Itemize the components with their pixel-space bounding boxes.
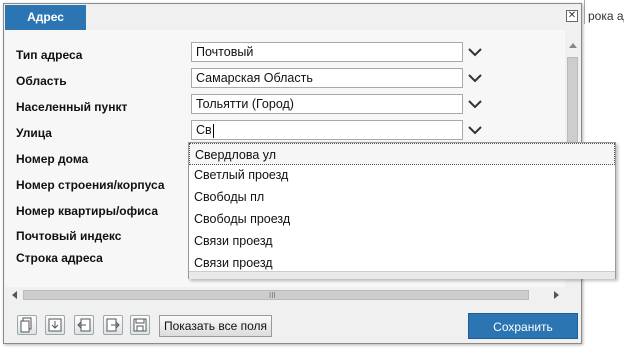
move-right-icon[interactable]: [103, 315, 123, 335]
chevron-down-icon[interactable]: [465, 94, 485, 114]
street-input[interactable]: Св: [191, 120, 463, 140]
save-disk-icon[interactable]: [130, 315, 150, 335]
suggestion-item[interactable]: Светлый проезд: [189, 164, 615, 186]
dropdown-resize-bar[interactable]: [189, 271, 615, 279]
move-left-icon[interactable]: [74, 315, 94, 335]
text-cursor: [212, 123, 214, 138]
label-building-number: Номер строения/корпуса: [16, 178, 165, 192]
chevron-down-icon[interactable]: [465, 68, 485, 88]
dialog-titlebar: Адрес ✕: [4, 4, 581, 30]
suggestion-item[interactable]: Свободы пл: [189, 186, 615, 208]
label-house-number: Номер дома: [16, 152, 89, 166]
horizontal-scrollbar[interactable]: III: [10, 288, 561, 302]
label-street: Улица: [16, 126, 52, 140]
region-field[interactable]: Самарская Область: [191, 68, 463, 88]
background-text: рока ад: [588, 9, 624, 23]
address-type-field[interactable]: Почтовый: [191, 42, 463, 62]
street-input-value: Св: [196, 123, 212, 137]
label-address-type: Тип адреса: [16, 48, 83, 62]
chevron-down-icon[interactable]: [465, 42, 485, 62]
scroll-right-icon[interactable]: [554, 291, 559, 299]
label-region: Область: [16, 74, 67, 88]
copy-icon[interactable]: [17, 315, 37, 335]
save-button[interactable]: Сохранить: [468, 313, 578, 339]
horizontal-scroll-thumb[interactable]: III: [23, 290, 529, 300]
suggestion-item[interactable]: Свободы проезд: [189, 208, 615, 230]
street-suggestions-dropdown: Свердлова ул Светлый проезд Свободы пл С…: [188, 142, 616, 279]
close-icon[interactable]: ✕: [566, 10, 578, 22]
scroll-up-icon[interactable]: [569, 43, 577, 48]
show-all-fields-button[interactable]: Показать все поля: [159, 315, 272, 337]
scroll-grip: III: [269, 291, 276, 300]
label-address-line: Строка адреса: [16, 251, 103, 265]
label-locality: Населенный пункт: [16, 100, 128, 114]
tab-address[interactable]: Адрес: [5, 5, 86, 30]
label-apartment-number: Номер квартиры/офиса: [16, 204, 158, 218]
locality-field[interactable]: Тольятти (Город): [191, 94, 463, 114]
suggestion-item[interactable]: Свердлова ул: [189, 143, 615, 165]
chevron-down-icon[interactable]: [465, 120, 485, 140]
import-icon[interactable]: [45, 315, 65, 335]
label-postal-code: Почтовый индекс: [16, 229, 122, 243]
scroll-left-icon[interactable]: [12, 291, 17, 299]
suggestion-item[interactable]: Связи проезд: [189, 230, 615, 252]
